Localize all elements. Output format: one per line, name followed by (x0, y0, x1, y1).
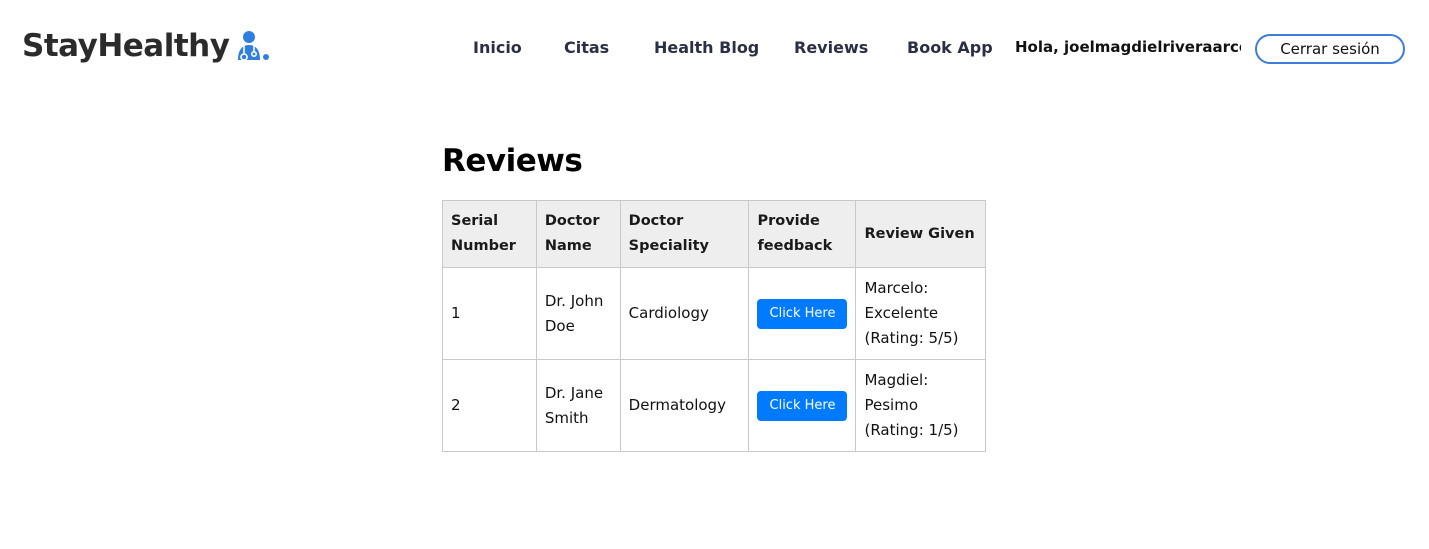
user-greeting: Hola, joelmagdielriveraarce (1015, 38, 1241, 56)
page-title: Reviews (442, 143, 583, 179)
serial-number-cell: 2 (442, 359, 537, 452)
header-doctor-name: Doctor Name (535, 200, 621, 268)
nav-link-health-blog[interactable]: Health Blog (654, 38, 759, 57)
navbar: StayHealthy Inicio Citas Health Blog Rev… (0, 0, 1429, 96)
doctor-name-cell: Dr. John Doe (535, 267, 621, 360)
doctor-name-cell: Dr. Jane Smith (535, 359, 621, 452)
table-header-row: Serial Number Doctor Name Doctor Special… (442, 200, 986, 268)
table-row: 1 Dr. John Doe Cardiology Click Here Mar… (442, 267, 986, 360)
nav-link-reviews[interactable]: Reviews (794, 38, 868, 57)
nav-link-book-app[interactable]: Book App (907, 38, 993, 57)
feedback-button[interactable]: Click Here (757, 298, 848, 329)
review-given-cell: Marcelo: Excelente (Rating: 5/5) (855, 267, 986, 360)
nav-link-citas[interactable]: Citas (564, 38, 609, 57)
doctor-speciality-cell: Cardiology (619, 267, 750, 360)
brand-logo[interactable]: StayHealthy (22, 28, 271, 64)
nav-link-inicio[interactable]: Inicio (473, 38, 522, 57)
reviews-table: Serial Number Doctor Name Doctor Special… (442, 200, 986, 452)
brand-name: StayHealthy (22, 28, 230, 64)
table-row: 2 Dr. Jane Smith Dermatology Click Here … (442, 359, 986, 452)
serial-number-cell: 1 (442, 267, 537, 360)
doctor-speciality-cell: Dermatology (619, 359, 750, 452)
header-provide-feedback: Provide feedback (748, 200, 857, 268)
review-given-cell: Magdiel: Pesimo (Rating: 1/5) (855, 359, 986, 452)
feedback-cell: Click Here (748, 359, 857, 452)
header-doctor-speciality: Doctor Speciality (619, 200, 750, 268)
logout-button[interactable]: Cerrar sesión (1255, 34, 1405, 64)
feedback-cell: Click Here (748, 267, 857, 360)
header-review-given: Review Given (855, 200, 986, 268)
feedback-button[interactable]: Click Here (757, 390, 848, 421)
header-serial-number: Serial Number (442, 200, 537, 268)
doctor-icon (238, 31, 270, 61)
